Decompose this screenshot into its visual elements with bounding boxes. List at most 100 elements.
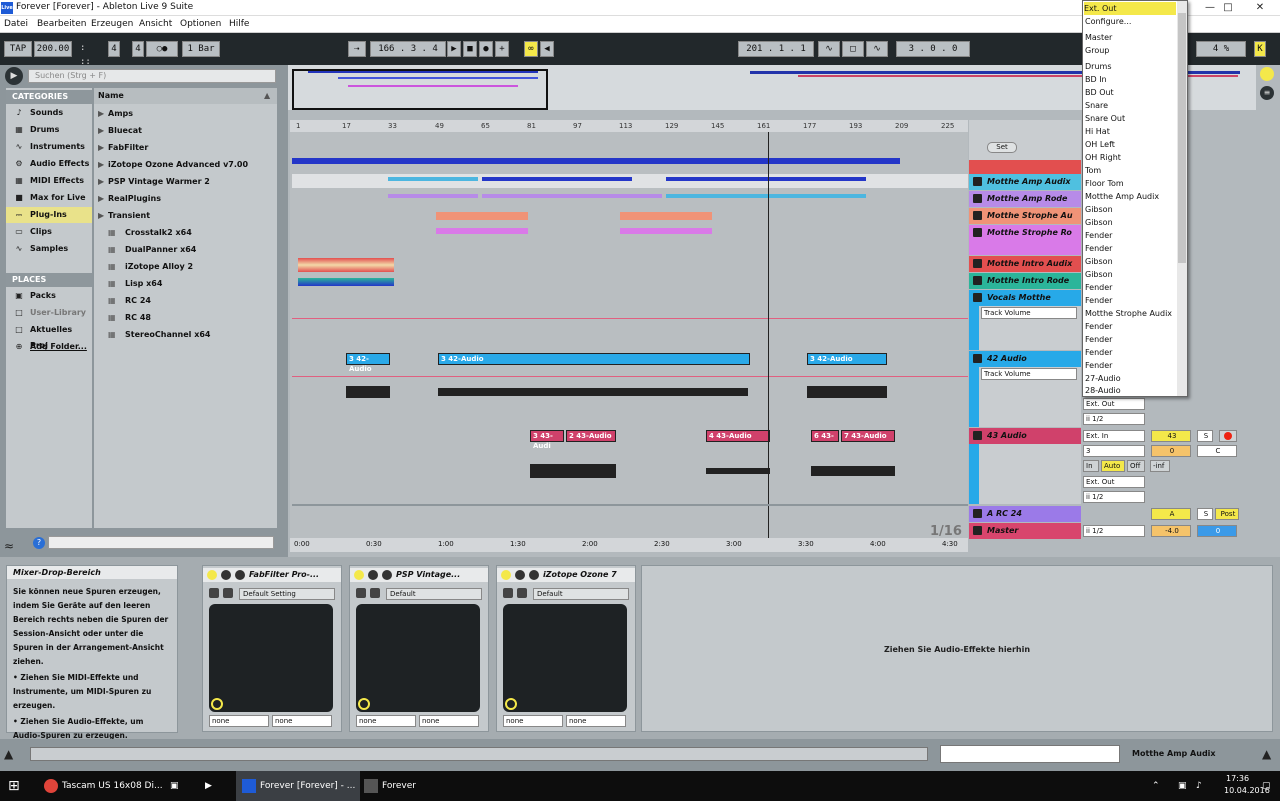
dropdown-item[interactable]: Motthe Amp Audix	[1085, 190, 1159, 203]
folder-item[interactable]: ▶ Transient	[94, 207, 277, 224]
notifications-icon[interactable]: ▢	[1262, 771, 1274, 801]
loop-length-field[interactable]: 3 . 0 . 0	[896, 41, 970, 57]
menu-ansicht[interactable]: Ansicht	[139, 19, 172, 29]
dropdown-item[interactable]: Master	[1085, 31, 1112, 44]
track-header[interactable]: Motthe Intro Audix	[969, 256, 1081, 272]
param-select[interactable]: none	[503, 715, 563, 727]
place-add-folder[interactable]: ⊕ Add Folder...	[6, 339, 92, 355]
output-channel-select[interactable]: ii 1/2	[1083, 525, 1145, 537]
arm-record-icon[interactable]	[1219, 430, 1237, 442]
output-type-select[interactable]: Ext. Out	[1083, 476, 1145, 488]
set-locator-button[interactable]: Set	[987, 142, 1017, 153]
dropdown-scrollbar[interactable]	[1177, 1, 1187, 396]
track-header[interactable]: Vocals Motthe	[969, 290, 1081, 306]
plugin-display[interactable]	[356, 604, 480, 712]
plugin-display[interactable]	[503, 604, 627, 712]
dropdown-item[interactable]: Gibson	[1085, 216, 1113, 229]
track-send-field[interactable]: 0	[1151, 445, 1191, 457]
preset-select[interactable]: Default	[386, 588, 482, 600]
pan-knob-field[interactable]: C	[1197, 445, 1237, 457]
category-instruments[interactable]: ∿ Instruments	[6, 139, 92, 155]
stop-icon[interactable]: ■	[463, 41, 477, 57]
audio-clip-43[interactable]: 3 43-Audi	[530, 430, 564, 450]
place-packs[interactable]: ▣ Packs	[6, 288, 92, 304]
track-header[interactable]: Motthe Amp Rode	[969, 191, 1081, 207]
dropdown-item[interactable]: Group	[1085, 44, 1109, 57]
close-icon[interactable]: ✕	[1240, 0, 1280, 16]
device-psp-vintage[interactable]: PSP Vintage... Default none none	[349, 565, 489, 732]
song-position[interactable]: 166 . 3 . 4	[370, 41, 446, 57]
clock-time[interactable]: 17:36	[1226, 774, 1249, 783]
time-ruler[interactable]: 0:00 0:30 1:00 1:30 2:00 2:30 3:00 3:30 …	[290, 538, 968, 552]
dropdown-item[interactable]: Fender	[1085, 333, 1112, 346]
folder-item[interactable]: ▶ FabFilter	[94, 139, 277, 156]
preview-icon[interactable]: ?	[33, 537, 45, 549]
preset-select[interactable]: Default Setting	[239, 588, 335, 600]
clip-strip[interactable]	[292, 158, 900, 164]
clip-strip[interactable]	[388, 194, 478, 198]
category-midi-effects[interactable]: ▦ MIDI Effects	[6, 173, 92, 189]
solo-button[interactable]: S	[1197, 430, 1213, 442]
param-select[interactable]: none	[356, 715, 416, 727]
folder-item[interactable]: ▶ PSP Vintage Warmer 2	[94, 173, 277, 190]
fold-icon[interactable]	[221, 570, 231, 580]
play-track-icon[interactable]	[973, 194, 982, 203]
track-volume-field[interactable]: 43	[1151, 430, 1191, 442]
session-view-icon[interactable]	[1260, 67, 1274, 81]
place-current-project[interactable]: □ Aktuelles Proj	[6, 322, 92, 350]
track-header[interactable]: Motthe Strophe Au	[969, 208, 1081, 224]
quantize-menu[interactable]: 1 Bar	[182, 41, 220, 57]
master-track-header[interactable]: Master	[969, 523, 1081, 539]
wrench-icon[interactable]	[382, 570, 392, 580]
plugin-item[interactable]: ▦ Lisp x64	[94, 275, 277, 292]
monitor-auto-button[interactable]: Auto	[1101, 460, 1125, 472]
folder-item[interactable]: ▶ Amps	[94, 105, 277, 122]
output-channel-select[interactable]: ii 1/2	[1083, 491, 1145, 503]
back-to-arrangement-icon[interactable]: ◀	[540, 41, 554, 57]
dropdown-item[interactable]: Snare	[1085, 99, 1108, 112]
menu-hilfe[interactable]: Hilfe	[229, 19, 249, 29]
audio-clip-43[interactable]: 7 43-Audio	[841, 430, 895, 442]
punch-in-icon[interactable]: ∿	[818, 41, 840, 57]
category-samples[interactable]: ∿ Samples	[6, 241, 92, 257]
clip-strip[interactable]	[666, 177, 866, 181]
dropdown-item[interactable]: Fender	[1085, 294, 1112, 307]
plugin-item[interactable]: ▦ StereoChannel x64	[94, 326, 277, 343]
master-pan-field[interactable]: 0	[1197, 525, 1237, 537]
preview-bar[interactable]	[48, 536, 274, 549]
clip-strip[interactable]	[666, 194, 866, 198]
dropdown-item[interactable]: Gibson	[1085, 203, 1113, 216]
track-header[interactable]: Motthe Intro Rode	[969, 273, 1081, 289]
punch-out-icon[interactable]: ∿	[866, 41, 888, 57]
network-icon[interactable]: ▣	[1178, 771, 1190, 801]
category-max-for-live[interactable]: ■ Max for Live	[6, 190, 92, 206]
play-icon[interactable]: ▶	[447, 41, 461, 57]
taskbar-item-chrome[interactable]: Tascam US 16x08 Di...	[44, 771, 184, 801]
automation-param-select[interactable]: Track Volume	[981, 307, 1077, 319]
output-type-select[interactable]: Ext. Out	[1083, 398, 1145, 410]
detail-view-toggle-icon[interactable]: ▲	[4, 747, 22, 763]
hot-swap-icon[interactable]	[370, 588, 380, 598]
param-select[interactable]: none	[209, 715, 269, 727]
clip-strip[interactable]	[388, 177, 478, 181]
play-track-icon[interactable]	[973, 509, 982, 518]
input-type-select[interactable]: Ext. In	[1083, 430, 1145, 442]
input-channel-select[interactable]: 3	[1083, 445, 1145, 457]
dropdown-item[interactable]: Fender	[1085, 281, 1112, 294]
menu-bearbeiten[interactable]: Bearbeiten	[37, 19, 86, 29]
save-preset-icon[interactable]	[356, 588, 366, 598]
monitor-in-button[interactable]: In	[1083, 460, 1099, 472]
menu-erzeugen[interactable]: Erzeugen	[91, 19, 133, 29]
post-button[interactable]: Post	[1215, 508, 1239, 520]
folder-item[interactable]: ▶ iZotope Ozone Advanced v7.00	[94, 156, 277, 173]
track-header[interactable]: 43 Audio	[969, 428, 1081, 444]
dropdown-item[interactable]: Tom	[1085, 164, 1101, 177]
plugin-item[interactable]: ▦ iZotope Alloy 2	[94, 258, 277, 275]
windows-start-icon[interactable]: ⊞	[8, 771, 28, 801]
play-track-icon[interactable]	[973, 228, 982, 237]
menu-datei[interactable]: Datei	[4, 19, 28, 29]
dropdown-item[interactable]: OH Left	[1085, 138, 1115, 151]
play-track-icon[interactable]	[973, 526, 982, 535]
output-routing-dropdown[interactable]: Ext. Out Configure... Master Group Drums…	[1082, 0, 1188, 397]
dropdown-item[interactable]: BD Out	[1085, 86, 1114, 99]
